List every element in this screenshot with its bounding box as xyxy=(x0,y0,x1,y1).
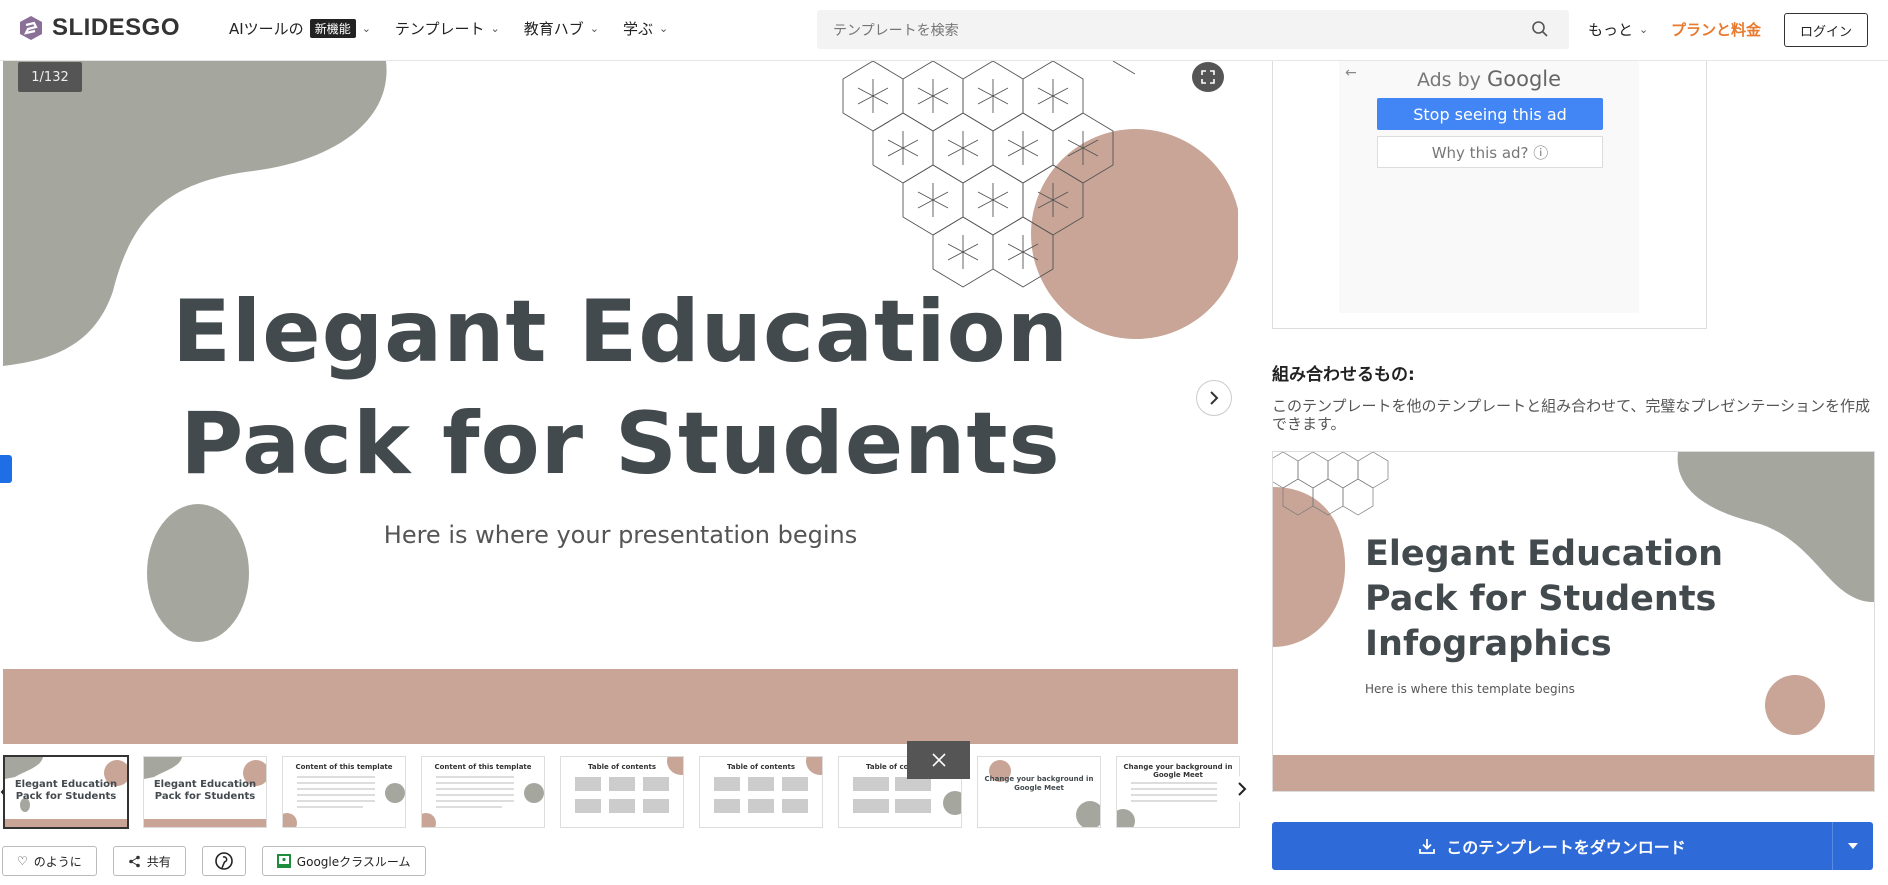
google-label: Google xyxy=(1486,67,1562,91)
google-classroom-icon xyxy=(276,854,291,868)
download-options-button[interactable] xyxy=(1832,822,1873,870)
slide-title-line1: Elegant Education xyxy=(172,282,1069,382)
slide-preview[interactable]: Elegant Education Pack for Students Here… xyxy=(3,61,1238,744)
card-title-line3: Infographics xyxy=(1365,624,1612,664)
card-tan-oval xyxy=(1765,675,1825,735)
stop-seeing-ad-button[interactable]: Stop seeing this ad xyxy=(1377,98,1603,130)
thumbnail-1[interactable]: Elegant Education Pack for Students xyxy=(3,755,129,829)
search-input[interactable] xyxy=(831,18,1515,42)
fullscreen-icon xyxy=(1201,70,1215,84)
top-header: SLIDESGO AIツールの 新機能 ⌄ テンプレート ⌄ 教育ハブ ⌄ 学ぶ… xyxy=(0,0,1888,61)
plans-pricing-link[interactable]: プランと料金 xyxy=(1671,19,1761,40)
ad-frame: ← Ads by Google Stop seeing this ad Why … xyxy=(1339,61,1639,313)
thumb-text-lines xyxy=(283,776,405,827)
nav-ai-tools[interactable]: AIツールの 新機能 ⌄ xyxy=(229,18,371,39)
nav-education-hub[interactable]: 教育ハブ ⌄ xyxy=(524,18,599,39)
google-classroom-button[interactable]: Googleクラスルーム xyxy=(261,846,426,876)
download-label: このテンプレートをダウンロード xyxy=(1446,838,1686,857)
thumbnail-8[interactable]: Change your background in Google Meet xyxy=(977,756,1101,828)
caret-down-icon xyxy=(1848,843,1858,849)
combine-template-card[interactable]: Elegant Education Pack for Students Info… xyxy=(1272,451,1875,792)
ads-by-label: Ads by xyxy=(1416,69,1481,91)
slide-title-line2: Pack for Students xyxy=(180,394,1061,494)
combine-heading: 組み合わせるもの: xyxy=(1272,365,1415,385)
like-label: のように xyxy=(33,854,82,869)
ads-by-google: Ads by Google xyxy=(1339,67,1639,91)
chevron-down-icon: ⌄ xyxy=(490,22,500,35)
search-icon[interactable] xyxy=(1531,20,1549,38)
close-overlay-button[interactable] xyxy=(907,741,970,779)
fullscreen-button[interactable] xyxy=(1192,62,1224,92)
more-label: もっと xyxy=(1588,21,1634,39)
action-bar: ♡ のように 共有 Googleクラスルーム xyxy=(2,846,426,876)
pinterest-button[interactable] xyxy=(201,846,246,876)
chevron-down-icon: ⌄ xyxy=(361,22,371,35)
new-badge: 新機能 xyxy=(309,19,356,38)
share-icon xyxy=(128,855,140,867)
nav-ai-tools-label: AIツールの xyxy=(229,20,304,38)
heart-icon: ♡ xyxy=(17,854,28,868)
thumbnail-5[interactable]: Table of contents xyxy=(560,756,684,828)
login-button[interactable]: ログイン xyxy=(1784,13,1868,47)
more-menu[interactable]: もっと ⌄ xyxy=(1588,19,1648,40)
thumbnail-band xyxy=(144,819,266,827)
thumbnail-9[interactable]: Change your background in Google Meet xyxy=(1116,756,1240,828)
nav-learn[interactable]: 学ぶ ⌄ xyxy=(623,18,668,39)
thumbnail-4[interactable]: Content of this template xyxy=(421,756,545,828)
download-button[interactable]: このテンプレートをダウンロード xyxy=(1272,822,1832,870)
thumb-text-lines xyxy=(422,776,544,827)
pinterest-icon xyxy=(214,852,233,870)
thumbnail-3[interactable]: Content of this template xyxy=(282,756,406,828)
slide-bottom-band xyxy=(3,669,1238,744)
google-classroom-label: Googleクラスルーム xyxy=(296,854,411,869)
like-button[interactable]: ♡ のように xyxy=(2,846,97,876)
download-button-group: このテンプレートをダウンロード xyxy=(1272,822,1873,870)
slidesgo-logo[interactable]: SLIDESGO xyxy=(18,14,180,42)
thumbs-next-button[interactable] xyxy=(1229,776,1255,802)
card-bottom-band xyxy=(1273,755,1874,791)
close-icon xyxy=(931,753,946,767)
download-icon xyxy=(1419,839,1436,854)
share-label: 共有 xyxy=(146,854,171,869)
card-title-line1: Elegant Education xyxy=(1365,534,1724,574)
search-bar xyxy=(817,10,1569,49)
card-title-line2: Pack for Students xyxy=(1365,579,1717,619)
feedback-tab[interactable] xyxy=(0,455,12,483)
card-title: Elegant Education Pack for Students Info… xyxy=(1365,532,1723,667)
slide-title: Elegant Education Pack for Students xyxy=(3,276,1238,500)
thumb-grid xyxy=(575,757,683,813)
chevron-down-icon: ⌄ xyxy=(589,22,599,35)
why-this-ad-button[interactable]: Why this ad? ⓘ xyxy=(1377,136,1603,168)
thumbnail-title: Elegant Education Pack for Students xyxy=(153,779,257,802)
thumbnail-2[interactable]: Elegant Education Pack for Students xyxy=(143,756,267,828)
thumb-text-lines xyxy=(1117,782,1217,827)
chevron-down-icon: ⌄ xyxy=(658,22,669,35)
chevron-right-icon xyxy=(1210,391,1219,405)
nav-learn-label: 学ぶ xyxy=(622,20,653,38)
thumb-grid xyxy=(714,757,822,813)
chevron-right-icon xyxy=(1238,782,1247,796)
next-slide-button[interactable] xyxy=(1196,380,1232,416)
nav-templates-label: テンプレート xyxy=(394,20,485,38)
card-subtitle: Here is where this template begins xyxy=(1365,682,1575,696)
slidesgo-logo-icon xyxy=(20,16,42,40)
chevron-down-icon: ⌄ xyxy=(1639,23,1649,36)
slide-counter: 1/132 xyxy=(18,62,82,92)
nav-education-hub-label: 教育ハブ xyxy=(523,20,584,38)
thumbnail-strip: Elegant Education Pack for Students Eleg… xyxy=(0,754,1250,830)
combine-description: このテンプレートを他のテンプレートと組み合わせて、完璧なプレゼンテーションを作成… xyxy=(1272,397,1871,433)
nav-templates[interactable]: テンプレート ⌄ xyxy=(395,18,500,39)
thumbnail-title: Change your background in Google Meet xyxy=(984,775,1094,792)
thumbnail-6[interactable]: Table of contents xyxy=(699,756,823,828)
ad-container: ← Ads by Google Stop seeing this ad Why … xyxy=(1272,61,1707,329)
main-nav: AIツールの 新機能 ⌄ テンプレート ⌄ 教育ハブ ⌄ 学ぶ ⌄ xyxy=(229,18,668,39)
slide-subtitle: Here is where your presentation begins xyxy=(383,521,858,549)
share-button[interactable]: 共有 xyxy=(112,846,186,876)
thumbnail-band xyxy=(5,819,127,827)
logo-text: SLIDESGO xyxy=(52,14,181,41)
thumbnail-title: Elegant Education Pack for Students xyxy=(14,779,118,802)
